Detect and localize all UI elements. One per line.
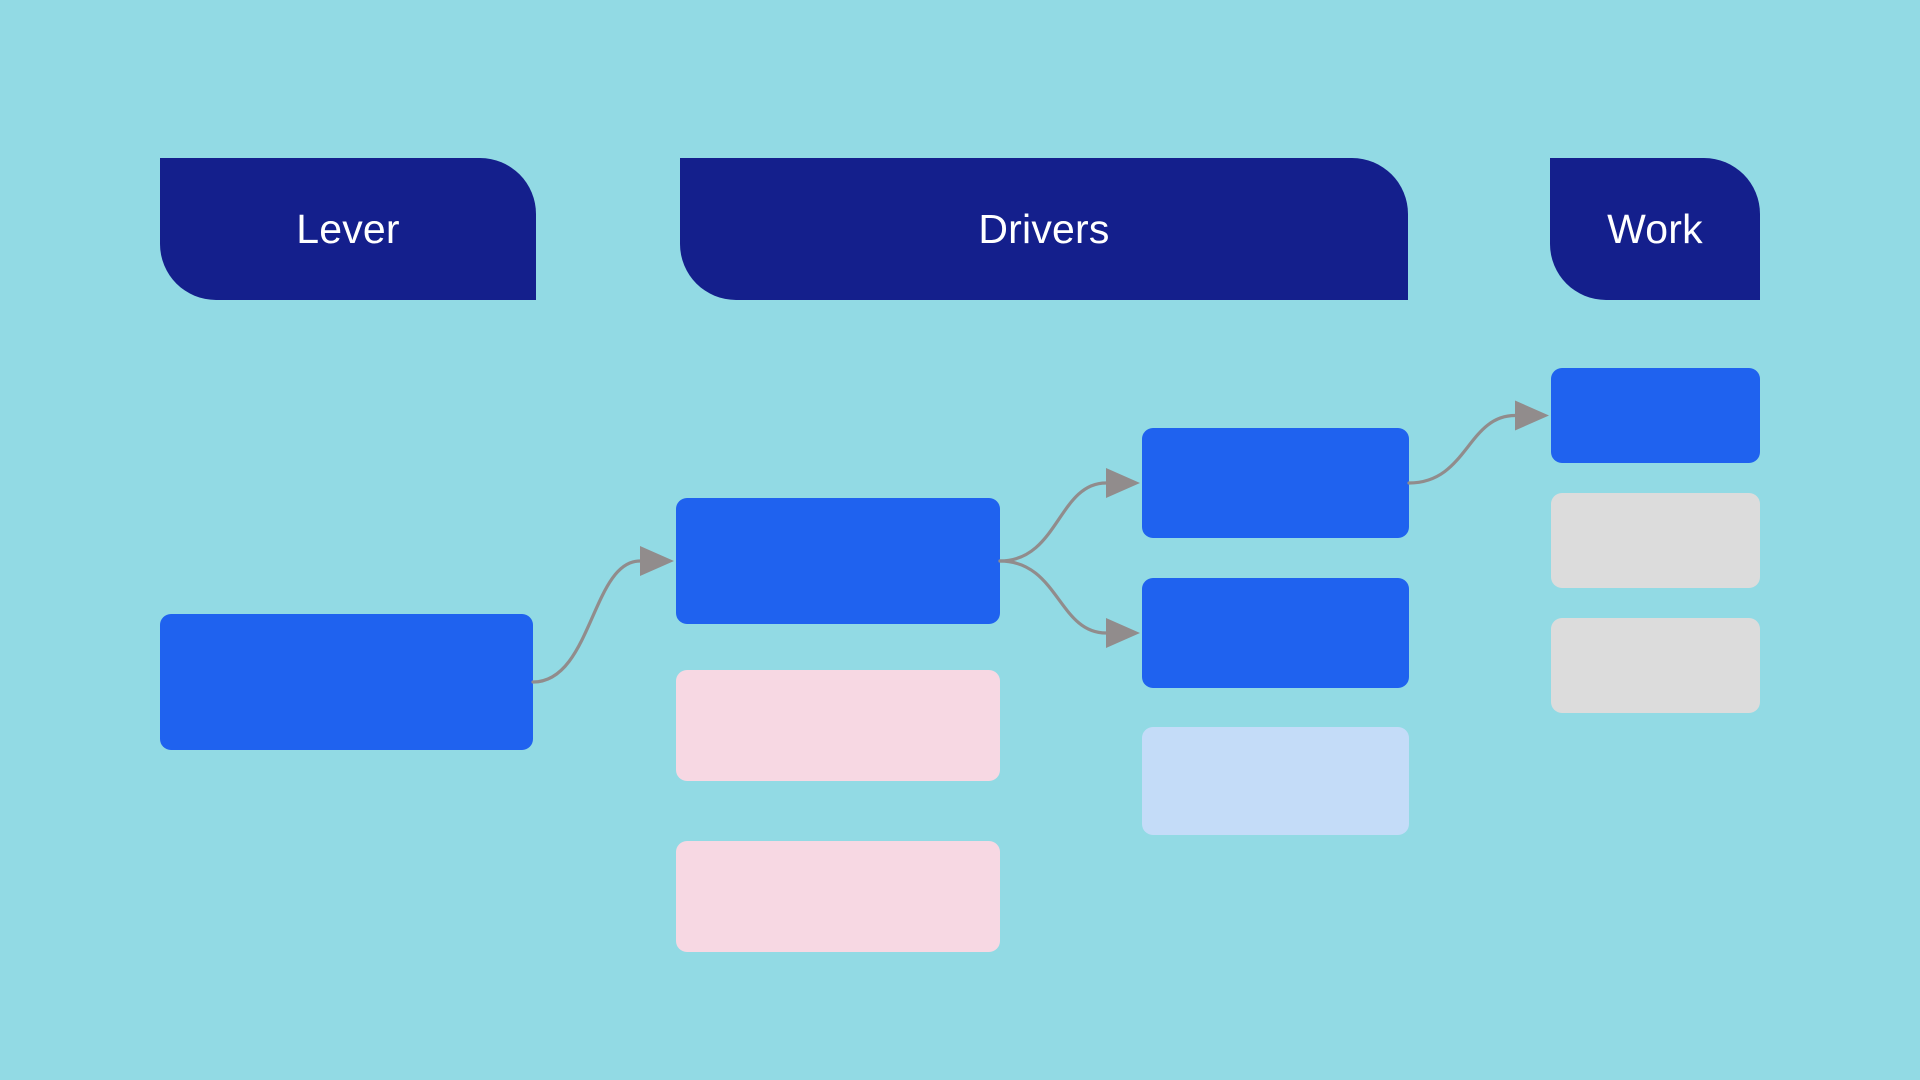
column-header-drivers-label: Drivers xyxy=(978,205,1110,252)
conn-driver1-to-driver5-arrowhead-icon xyxy=(1106,618,1140,648)
driver-node-5[interactable] xyxy=(1142,578,1409,688)
conn-driver1-to-driver4-line xyxy=(998,481,1108,563)
lever-node-1[interactable] xyxy=(160,614,533,750)
conn-driver1-to-driver4-arrowhead-icon xyxy=(1106,468,1140,498)
work-node-2[interactable] xyxy=(1551,493,1760,588)
column-header-drivers[interactable]: Drivers xyxy=(680,158,1408,300)
driver-node-2[interactable] xyxy=(676,670,1000,781)
conn-lever-to-driver1-line xyxy=(531,559,642,684)
conn-driver4-to-work1-line xyxy=(1407,413,1517,485)
work-node-3[interactable] xyxy=(1551,618,1760,713)
driver-node-4[interactable] xyxy=(1142,428,1409,538)
driver-node-3[interactable] xyxy=(676,841,1000,952)
column-header-work[interactable]: Work xyxy=(1550,158,1760,300)
driver-node-1[interactable] xyxy=(676,498,1000,624)
driver-node-6[interactable] xyxy=(1142,727,1409,835)
conn-driver1-to-driver5-line xyxy=(998,559,1108,635)
conn-driver4-to-work1-arrowhead-icon xyxy=(1515,400,1549,431)
column-header-lever-label: Lever xyxy=(296,205,400,252)
column-header-work-label: Work xyxy=(1607,205,1703,252)
work-node-1[interactable] xyxy=(1551,368,1760,463)
column-header-lever[interactable]: Lever xyxy=(160,158,536,300)
diagram-canvas: Lever Drivers Work xyxy=(0,0,1920,1080)
conn-lever-to-driver1-arrowhead-icon xyxy=(640,546,674,576)
